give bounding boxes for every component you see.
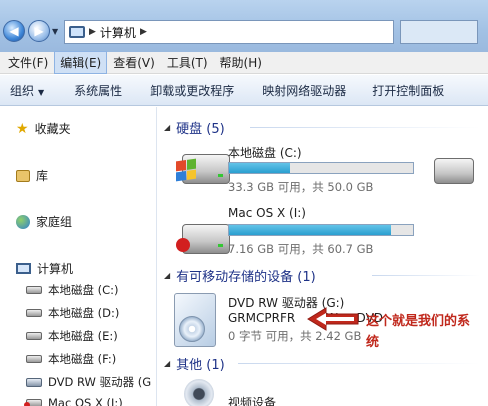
group-divider (250, 127, 480, 128)
dvd-drive-icon (26, 377, 42, 387)
drive-icon (26, 309, 42, 317)
collapse-icon[interactable]: ◢ (164, 123, 170, 132)
nav-libraries-label: 库 (36, 169, 49, 183)
uninstall-program-button[interactable]: 卸载或更改程序 (132, 82, 244, 99)
back-button[interactable]: ◀ (3, 20, 25, 42)
computer-icon (16, 263, 31, 274)
library-icon (16, 169, 30, 182)
menu-bar: 文件(F) 编辑(E) 查看(V) 工具(T) 帮助(H) (0, 51, 488, 74)
organize-button[interactable]: 组织 ▼ (0, 82, 54, 99)
annotation-text-line2: 统 (366, 335, 380, 350)
group-other[interactable]: ◢ 其他 (1) (164, 354, 225, 373)
nav-drive-label: DVD RW 驱动器 (G (48, 375, 152, 389)
usage-bar-fill (229, 225, 392, 235)
search-box[interactable] (400, 20, 478, 44)
breadcrumb-separator-icon[interactable]: ▶ (89, 27, 96, 37)
dvd-drive-icon (174, 293, 216, 347)
device-name: 视频设备 (228, 396, 277, 406)
nav-drive-f[interactable]: 本地磁盘 (F:) (26, 351, 116, 367)
mac-drive-icon (24, 399, 42, 406)
drive-name: Mac OS X (I:) (228, 206, 306, 220)
hard-drive-icon (182, 224, 230, 254)
homegroup-icon (16, 214, 30, 229)
nav-mac-drive[interactable]: Mac OS X (I:) (24, 396, 123, 406)
chevron-down-icon: ▼ (38, 87, 45, 97)
camera-icon (184, 379, 214, 406)
content-pane: ◢ 硬盘 (5) 本地磁盘 (C:) 33.3 GB 可用，共 50.0 GB … (158, 107, 488, 406)
title-bar: ◀ ▶ ▼ ▶ 计算机 ▶ (0, 0, 488, 52)
menu-file[interactable]: 文件(F) (2, 51, 54, 74)
annotation-arrow-icon (307, 307, 359, 331)
nav-drive-label: Mac OS X (I:) (48, 396, 123, 406)
address-bar[interactable]: ▶ 计算机 ▶ (64, 20, 394, 44)
drive-info: 33.3 GB 可用，共 50.0 GB (228, 180, 374, 194)
collapse-icon[interactable]: ◢ (164, 271, 170, 280)
group-label: 其他 (1) (176, 358, 225, 373)
nav-drive-e[interactable]: 本地磁盘 (E:) (26, 328, 118, 344)
map-network-drive-button[interactable]: 映射网络驱动器 (244, 82, 356, 99)
star-icon: ★ (16, 120, 29, 137)
nav-drive-label: 本地磁盘 (E:) (48, 329, 118, 343)
disc-label-text: GRMCPRFR (228, 311, 296, 325)
usage-bar-fill (229, 163, 291, 173)
nav-drive-label: 本地磁盘 (C:) (48, 283, 119, 297)
menu-edit[interactable]: 编辑(E) (54, 51, 108, 74)
windows-logo-icon (176, 158, 196, 182)
system-properties-button[interactable]: 系统属性 (54, 82, 132, 99)
collapse-icon[interactable]: ◢ (164, 359, 170, 368)
nav-homegroup-label: 家庭组 (36, 215, 73, 229)
nav-drive-label: 本地磁盘 (F:) (48, 352, 117, 366)
nav-homegroup[interactable]: 家庭组 (16, 213, 72, 230)
group-label: 有可移动存储的设备 (1) (176, 270, 316, 285)
breadcrumb-computer[interactable]: 计算机 (100, 24, 136, 41)
apple-logo-icon (176, 238, 190, 252)
drive-icon (26, 286, 42, 294)
menu-view[interactable]: 查看(V) (107, 51, 161, 74)
navigation-pane: ★ 收藏夹 库 家庭组 计算机 本地磁盘 (C:) 本地磁盘 (D:) 本地磁盘… (0, 107, 157, 406)
drive-info: 7.16 GB 可用，共 60.7 GB (228, 242, 374, 256)
drive-icon (26, 355, 42, 363)
drive-name: 本地磁盘 (C:) (228, 146, 302, 160)
nav-dvd-drive[interactable]: DVD RW 驱动器 (G (26, 374, 151, 390)
nav-computer[interactable]: 计算机 (16, 260, 73, 277)
menu-tools[interactable]: 工具(T) (161, 51, 214, 74)
computer-icon (69, 26, 85, 38)
open-control-panel-button[interactable]: 打开控制面板 (356, 82, 454, 99)
usage-bar (228, 224, 414, 236)
annotation-text-line1: 这个就是我们的系 (366, 314, 471, 329)
nav-computer-label: 计算机 (37, 262, 74, 276)
command-bar: 组织 ▼ 系统属性 卸载或更改程序 映射网络驱动器 打开控制面板 (0, 75, 488, 106)
menu-help[interactable]: 帮助(H) (214, 51, 268, 74)
breadcrumb-chevron-icon[interactable]: ▶ (140, 27, 147, 37)
nav-drive-label: 本地磁盘 (D:) (48, 306, 120, 320)
hard-drive-icon[interactable] (434, 158, 474, 184)
usage-bar (228, 162, 414, 174)
history-dropdown-icon[interactable]: ▼ (52, 27, 58, 36)
nav-libraries[interactable]: 库 (16, 167, 48, 184)
nav-favorites[interactable]: ★ 收藏夹 (16, 120, 71, 137)
group-label: 硬盘 (5) (176, 122, 225, 137)
drive-icon (26, 332, 42, 340)
group-hard-disks[interactable]: ◢ 硬盘 (5) (164, 118, 225, 137)
organize-label: 组织 (10, 83, 35, 98)
group-divider (238, 363, 480, 364)
forward-button[interactable]: ▶ (28, 20, 50, 42)
group-divider (372, 275, 480, 276)
nav-favorites-label: 收藏夹 (34, 122, 71, 136)
nav-drive-d[interactable]: 本地磁盘 (D:) (26, 305, 119, 321)
group-removable-storage[interactable]: ◢ 有可移动存储的设备 (1) (164, 266, 316, 285)
nav-drive-c[interactable]: 本地磁盘 (C:) (26, 282, 119, 298)
